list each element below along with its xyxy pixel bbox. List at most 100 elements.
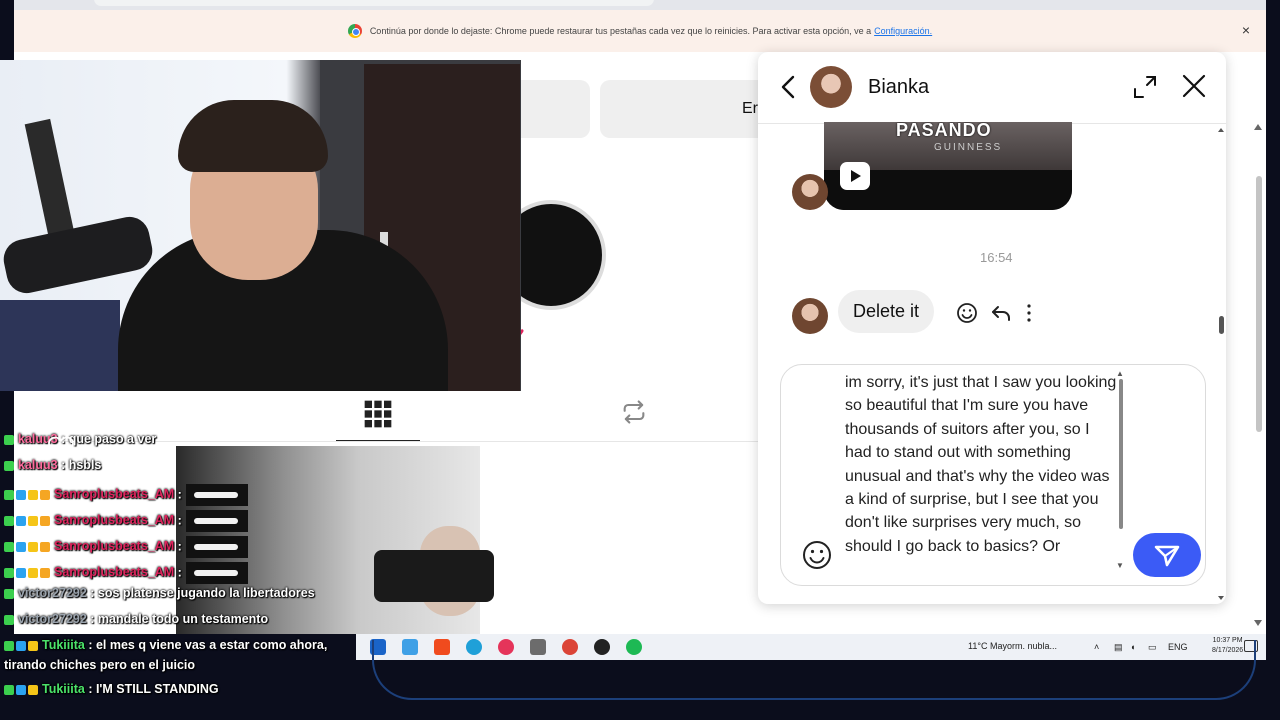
contact-avatar[interactable] bbox=[810, 66, 852, 108]
chrome-icon bbox=[347, 24, 362, 38]
message-input[interactable]: im sorry, it's just that I saw you looki… bbox=[845, 371, 1117, 577]
chat-emote bbox=[185, 536, 248, 558]
dm-header: Bianka bbox=[758, 52, 1226, 124]
chat-message: tirando chiches pero en el juicio bbox=[4, 658, 195, 672]
video-overlay-text: PASANDO bbox=[896, 122, 992, 140]
chat-badge-icon bbox=[4, 434, 14, 445]
emoji-picker-icon[interactable] bbox=[801, 539, 833, 571]
chat-badge-icon bbox=[28, 516, 38, 526]
profile-button-label: Er bbox=[742, 100, 758, 117]
chat-username: Tukiiita bbox=[42, 682, 85, 696]
infobar-message: Continúa por donde lo dejaste: Chrome pu… bbox=[369, 26, 872, 36]
message-bubble[interactable]: Delete it bbox=[838, 290, 935, 333]
heart-outline-icon bbox=[48, 436, 74, 461]
chat-username: Sanroplusbeats_AM bbox=[54, 565, 175, 580]
chat-message: victor27292 : mandale todo un testamento bbox=[4, 612, 268, 626]
message-timestamp: 16:54 bbox=[980, 250, 1013, 265]
dm-scrollbar[interactable] bbox=[1218, 124, 1224, 604]
reply-icon[interactable] bbox=[990, 302, 1012, 324]
send-button[interactable] bbox=[1133, 533, 1201, 577]
chat-message: victor27292 : sos platense jugando la li… bbox=[4, 586, 315, 600]
chat-badge-icon bbox=[16, 568, 26, 578]
more-options-icon[interactable] bbox=[1026, 302, 1032, 324]
chat-text: : bbox=[174, 513, 182, 528]
chat-username: victor27292 bbox=[18, 586, 87, 600]
chat-badge-icon bbox=[16, 684, 26, 695]
chat-badge-icon bbox=[16, 490, 26, 500]
chat-badge-icon bbox=[4, 684, 14, 695]
screen: Continúa por donde lo dejaste: Chrome pu… bbox=[0, 0, 1280, 720]
video-sub-text: GUINNESS bbox=[934, 142, 1003, 153]
chat-message: Sanroplusbeats_AM : bbox=[4, 484, 248, 506]
chat-text: : sos platense jugando la libertadores bbox=[86, 586, 315, 600]
chat-badge-icon bbox=[4, 588, 14, 599]
composer-scroll-down[interactable]: ▼ bbox=[1116, 561, 1124, 570]
chat-badge-icon bbox=[40, 542, 50, 552]
sender-avatar[interactable] bbox=[792, 174, 828, 210]
chat-text: : el mes q viene vas a estar como ahora, bbox=[84, 638, 328, 652]
post-phone bbox=[374, 550, 494, 602]
chat-badge-icon bbox=[28, 568, 38, 578]
play-icon[interactable] bbox=[840, 162, 870, 190]
message-composer[interactable]: im sorry, it's just that I saw you looki… bbox=[780, 364, 1206, 586]
composer-scrollbar[interactable] bbox=[1119, 379, 1123, 529]
desktop-decoration bbox=[372, 640, 1256, 700]
chat-text: : bbox=[174, 487, 182, 502]
chat-badge-icon bbox=[16, 640, 26, 651]
restore-tabs-infobar: Continúa por donde lo dejaste: Chrome pu… bbox=[14, 10, 1266, 52]
chat-badge-icon bbox=[40, 516, 50, 526]
chat-badge-icon bbox=[4, 460, 14, 471]
chat-username: Sanroplusbeats_AM bbox=[54, 513, 175, 528]
chat-message: Tukiiita : el mes q viene vas a estar co… bbox=[4, 638, 327, 652]
chat-message: kaluu3 : que paso a ver bbox=[4, 432, 156, 446]
chat-username: Sanroplusbeats_AM bbox=[54, 539, 175, 554]
webcam-bed bbox=[0, 300, 120, 391]
close-icon[interactable] bbox=[1180, 72, 1208, 100]
chat-username: Tukiiita bbox=[42, 638, 85, 652]
webcam-overlay bbox=[0, 60, 521, 391]
chat-badge-icon bbox=[40, 568, 50, 578]
chat-badge-icon bbox=[4, 614, 14, 625]
contact-name[interactable]: Bianka bbox=[868, 76, 929, 99]
webcam-streamer-hair bbox=[178, 100, 328, 172]
back-arrow-icon[interactable] bbox=[778, 74, 798, 100]
settings-link[interactable]: Configuración. bbox=[874, 26, 932, 36]
chat-badge-icon bbox=[28, 490, 38, 500]
chat-badge-icon bbox=[4, 516, 14, 526]
chat-username: victor27292 bbox=[18, 612, 87, 626]
chat-text: : mandale todo un testamento bbox=[86, 612, 269, 626]
chat-badge-icon bbox=[40, 490, 50, 500]
chat-text: tirando chiches pero en el juicio bbox=[4, 658, 196, 672]
dm-scroll-thumb[interactable] bbox=[1219, 316, 1224, 334]
chat-badge-icon bbox=[16, 542, 26, 552]
direct-message-panel: Bianka PASANDO GUINNESS 16:54 Delete it … bbox=[758, 52, 1226, 604]
chat-badge-icon bbox=[28, 542, 38, 552]
chat-username: Sanroplusbeats_AM bbox=[54, 487, 175, 502]
webcam-microphone bbox=[0, 213, 156, 297]
shared-video-message[interactable]: PASANDO GUINNESS bbox=[824, 122, 1072, 210]
stream-chat-overlay: kaluu3 : que paso a ver kaluu3 : hsbls San… bbox=[0, 430, 372, 720]
chat-message: Sanroplusbeats_AM : bbox=[4, 562, 248, 584]
chat-message: Tukiiita : I'M STILL STANDING bbox=[4, 682, 219, 696]
infobar-close-button[interactable]: × bbox=[1242, 22, 1250, 38]
page-scroll-thumb[interactable] bbox=[1256, 176, 1262, 432]
send-icon bbox=[1154, 545, 1180, 567]
chat-emote bbox=[185, 510, 248, 532]
chat-emote bbox=[185, 484, 248, 506]
posts-grid-tab-icon[interactable] bbox=[362, 398, 394, 430]
chat-message: Sanroplusbeats_AM : bbox=[4, 510, 248, 532]
chat-message: Sanroplusbeats_AM : bbox=[4, 536, 248, 558]
address-bar[interactable] bbox=[94, 0, 654, 6]
reposts-tab-icon[interactable] bbox=[620, 398, 648, 426]
chat-badge-icon bbox=[28, 684, 38, 695]
chat-text: : bbox=[174, 539, 182, 554]
composer-scroll-up[interactable]: ▲ bbox=[1116, 369, 1124, 378]
react-emoji-icon[interactable] bbox=[956, 302, 978, 324]
expand-icon[interactable] bbox=[1132, 74, 1158, 100]
chat-text: : bbox=[174, 565, 182, 580]
chat-text: : I'M STILL STANDING bbox=[84, 682, 219, 696]
chat-badge-icon bbox=[28, 640, 38, 651]
sender-avatar[interactable] bbox=[792, 298, 828, 334]
chat-badge-icon bbox=[4, 490, 14, 500]
chat-badge-icon bbox=[4, 640, 14, 651]
